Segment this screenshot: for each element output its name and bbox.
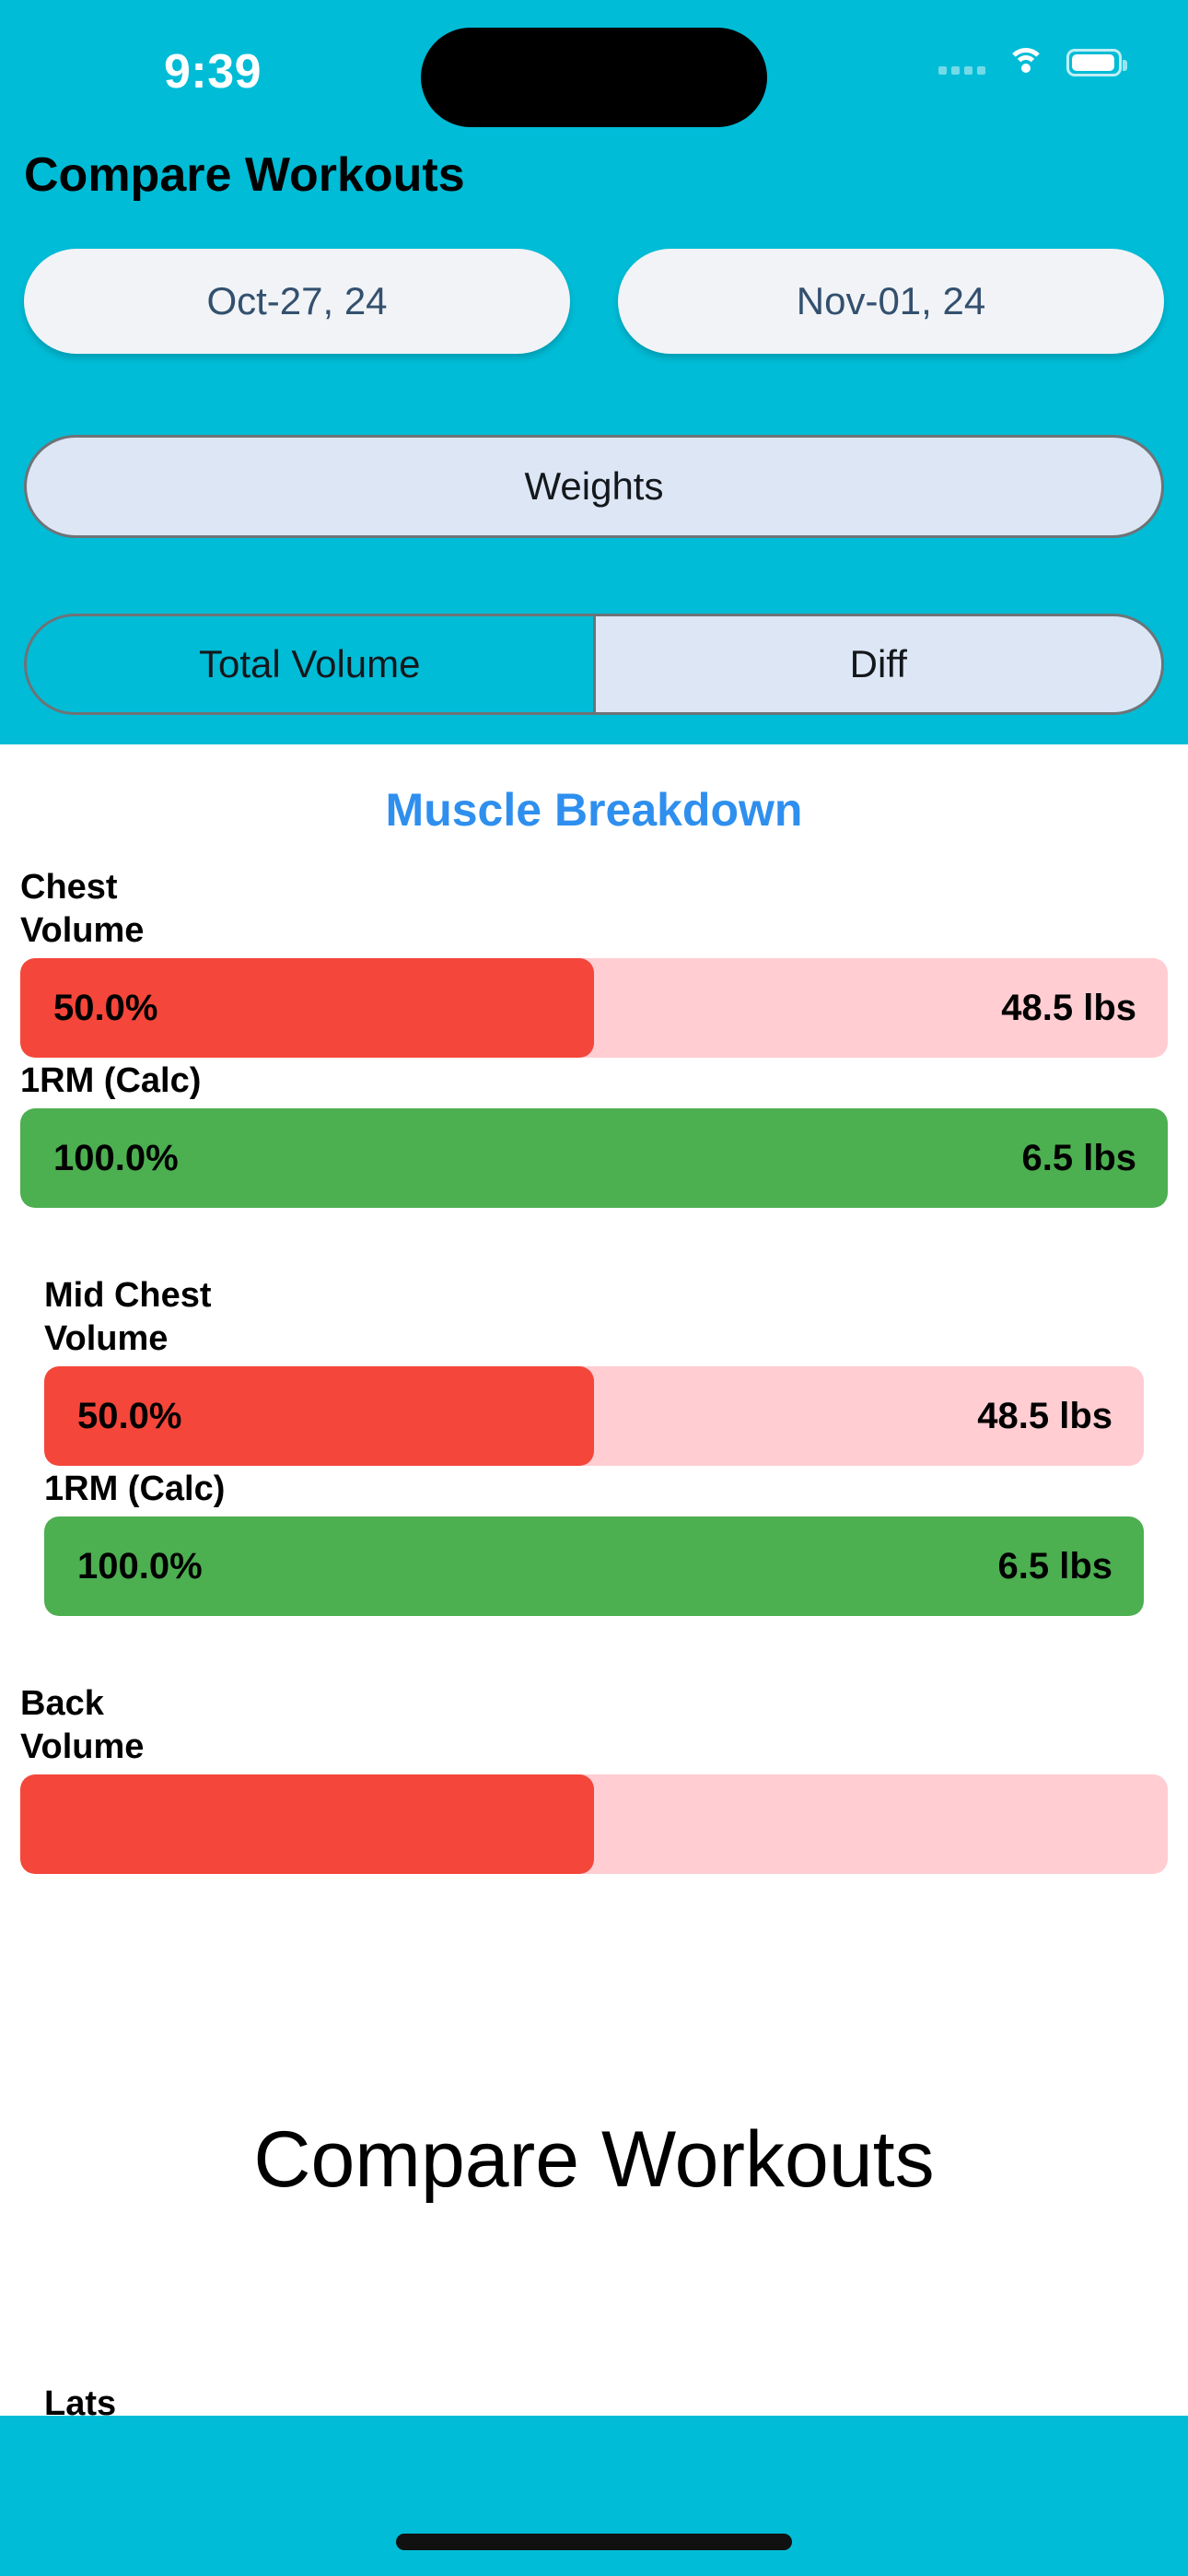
- muscle-group-name: Chest: [20, 868, 118, 907]
- metric-percent: 100.0%: [77, 1545, 203, 1587]
- muscle-group-name: Mid Chest: [44, 1276, 212, 1315]
- metric-label: Volume: [20, 1727, 145, 1766]
- cellular-dots-icon: [938, 51, 985, 75]
- metric-bar: [20, 1774, 1168, 1874]
- overlay-page-title: Compare Workouts: [0, 2087, 1188, 2239]
- date-selector-row: Oct-27, 24 Nov-01, 24: [24, 249, 1164, 354]
- metric-label: 1RM (Calc): [20, 1061, 202, 1100]
- metric-bar: 50.0% 48.5 lbs: [20, 958, 1168, 1058]
- battery-icon: [1066, 49, 1127, 76]
- metric-value: 6.5 lbs: [997, 1545, 1112, 1587]
- app-header: 9:39 Compare Workouts Oct-27, 24 Nov-01,…: [0, 0, 1188, 744]
- muscle-group-list: Chest Volume 50.0% 48.5 lbs 1RM (Calc) 100.0%…: [0, 868, 1188, 1874]
- category-button-weights[interactable]: Weights: [24, 435, 1164, 538]
- dynamic-island: [421, 28, 767, 127]
- muscle-group-name: Back: [20, 1684, 104, 1723]
- metric-label: 1RM (Calc): [44, 1469, 226, 1508]
- metric-label: Volume: [20, 911, 145, 950]
- metric-value: 48.5 lbs: [1001, 987, 1136, 1028]
- date-button-start[interactable]: Oct-27, 24: [24, 249, 570, 354]
- muscle-group: Back Volume: [0, 1684, 1188, 1874]
- status-bar-clock: 9:39: [164, 45, 262, 99]
- status-bar-indicators: [938, 48, 1127, 77]
- metric-label: Volume: [44, 1319, 169, 1358]
- page-title: Compare Workouts: [24, 148, 465, 202]
- metric-percent: 50.0%: [77, 1395, 182, 1436]
- muscle-group: Chest Volume 50.0% 48.5 lbs 1RM (Calc) 100.0%…: [0, 868, 1188, 1208]
- metric-bar: 100.0% 6.5 lbs: [20, 1108, 1168, 1208]
- metric-bar-fill: [20, 1108, 1168, 1208]
- metric-value: 48.5 lbs: [977, 1395, 1112, 1436]
- wifi-icon: [1006, 48, 1046, 77]
- metric-segmented-control: Total Volume Diff: [24, 614, 1164, 715]
- segment-diff[interactable]: Diff: [592, 616, 1161, 712]
- muscle-group: Mid Chest Volume 50.0% 48.5 lbs 1RM (Calc) 10…: [0, 1276, 1188, 1616]
- metric-percent: 100.0%: [53, 1137, 179, 1178]
- phone-screen: 9:39 Compare Workouts Oct-27, 24 Nov-01,…: [0, 0, 1188, 2576]
- muscle-group-lats-label: Lats: [44, 2384, 117, 2423]
- metric-bar-fill: [44, 1516, 1144, 1616]
- status-bar: 9:39: [0, 0, 1188, 129]
- metric-bar-fill: [20, 1774, 594, 1874]
- metric-percent: 50.0%: [53, 987, 158, 1028]
- tab-bar[interactable]: [0, 2416, 1188, 2576]
- home-indicator[interactable]: [396, 2534, 792, 2550]
- muscle-breakdown-title: Muscle Breakdown: [385, 784, 803, 836]
- metric-bar: 50.0% 48.5 lbs: [44, 1366, 1144, 1466]
- segment-total-volume[interactable]: Total Volume: [27, 616, 593, 712]
- date-button-end[interactable]: Nov-01, 24: [618, 249, 1164, 354]
- metric-value: 6.5 lbs: [1021, 1137, 1136, 1178]
- metric-bar: 100.0% 6.5 lbs: [44, 1516, 1144, 1616]
